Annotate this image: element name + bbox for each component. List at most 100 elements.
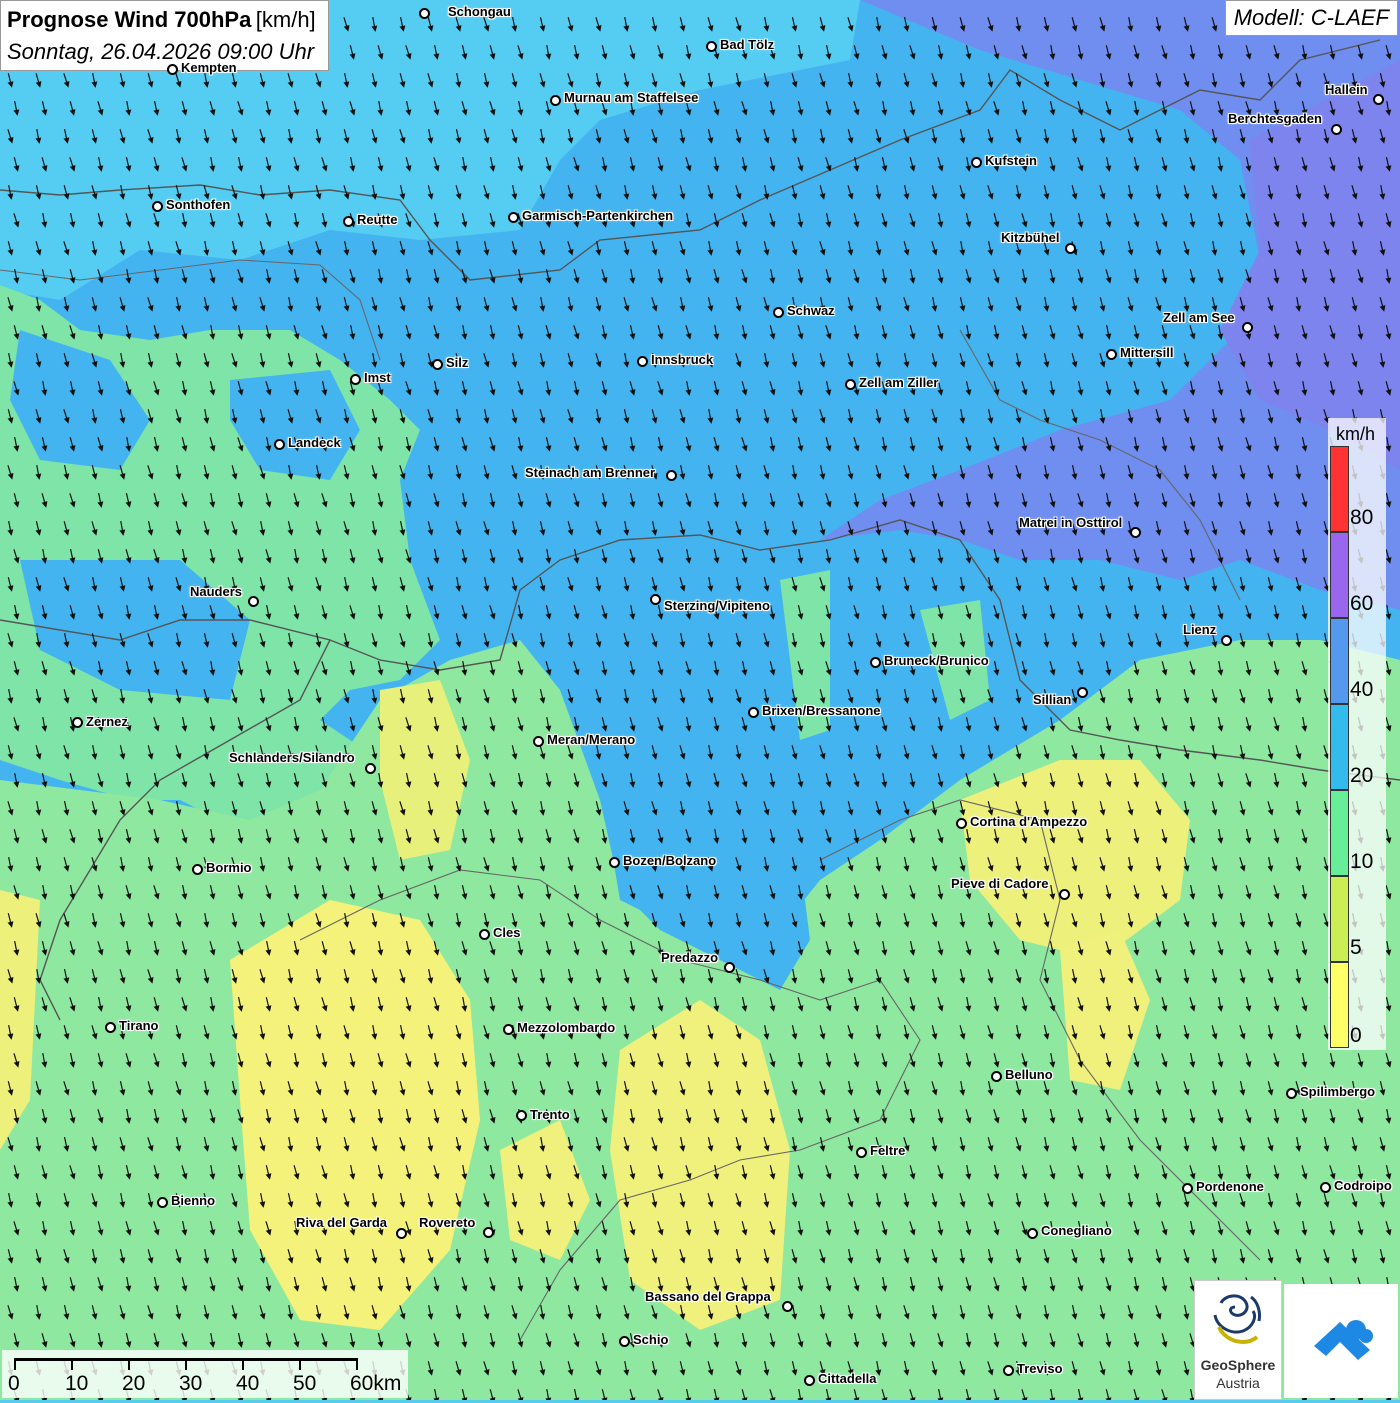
city-label: Sillian <box>1033 692 1071 707</box>
city-label: Tirano <box>119 1018 159 1033</box>
city-marker <box>1320 1182 1331 1193</box>
city-label: Reutte <box>357 212 397 227</box>
city-label: Bruneck/Brunico <box>884 653 989 668</box>
city-label: Feltre <box>870 1143 905 1158</box>
city-marker <box>152 201 163 212</box>
city-label: Garmisch-Partenkirchen <box>522 208 673 223</box>
legend-label: 5 <box>1350 936 1362 960</box>
scale-bar: 0102030405060km <box>2 1350 408 1398</box>
city-marker <box>706 41 717 52</box>
scale-tick <box>185 1358 187 1370</box>
city-marker <box>516 1110 527 1121</box>
city-label: Bad Tölz <box>720 37 774 52</box>
scale-tick <box>128 1358 130 1370</box>
city-label: Cittadella <box>818 1371 877 1386</box>
cloud-mountain-icon <box>1284 1284 1398 1398</box>
city-label: Cles <box>493 925 520 940</box>
city-marker <box>508 212 519 223</box>
city-marker <box>609 857 620 868</box>
weather-app-logo[interactable] <box>1284 1284 1398 1398</box>
city-marker <box>1077 687 1088 698</box>
city-label: Pordenone <box>1196 1179 1264 1194</box>
city-label: Belluno <box>1005 1067 1053 1082</box>
city-label: Bassano del Grappa <box>645 1289 771 1304</box>
city-marker <box>637 356 648 367</box>
city-marker <box>350 374 361 385</box>
city-label: Brixen/Bressanone <box>762 703 881 718</box>
city-label: Berchtesgaden <box>1228 111 1322 126</box>
city-marker <box>419 8 430 19</box>
city-marker <box>971 157 982 168</box>
city-label: Schwaz <box>787 303 835 318</box>
city-marker <box>870 657 881 668</box>
city-label: Kitzbühel <box>1001 230 1060 245</box>
city-label: Rovereto <box>419 1215 475 1230</box>
city-label: Steinach am Brenner <box>525 465 655 480</box>
scale-label: 30 <box>179 1372 202 1396</box>
city-marker <box>1221 635 1232 646</box>
city-label: Lienz <box>1183 622 1216 637</box>
city-label: Silz <box>446 355 468 370</box>
city-label: Zell am See <box>1163 310 1235 325</box>
geosphere-logo[interactable]: GeoSphere Austria <box>1194 1280 1282 1400</box>
geosphere-sub: Austria <box>1195 1375 1281 1391</box>
city-label: Treviso <box>1017 1361 1063 1376</box>
legend-label: 20 <box>1350 764 1373 788</box>
scale-tick <box>71 1358 73 1370</box>
color-legend: km/h 806040201050 <box>1328 418 1386 1050</box>
city-label: Zernez <box>86 714 128 729</box>
map-title: Prognose Wind 700hPa <box>7 7 251 32</box>
scale-label: 0 <box>8 1372 20 1396</box>
legend-swatch <box>1330 704 1349 790</box>
city-label: Landeck <box>288 435 341 450</box>
legend-label: 0 <box>1350 1024 1362 1048</box>
city-marker <box>1059 889 1070 900</box>
city-marker <box>666 470 677 481</box>
city-label: Spilimbergo <box>1300 1084 1375 1099</box>
legend-swatch <box>1330 618 1349 704</box>
scale-label: 50 <box>293 1372 316 1396</box>
city-marker <box>724 962 735 973</box>
city-label: Schongau <box>448 4 511 19</box>
city-marker <box>274 439 285 450</box>
legend-swatch <box>1330 532 1349 618</box>
city-marker <box>105 1022 116 1033</box>
legend-swatch <box>1330 790 1349 876</box>
city-marker <box>248 596 259 607</box>
city-marker <box>845 379 856 390</box>
city-marker <box>432 359 443 370</box>
city-marker <box>650 594 661 605</box>
city-marker <box>533 736 544 747</box>
city-label: Bienno <box>171 1193 215 1208</box>
city-label: Trento <box>530 1107 570 1122</box>
city-label: Mezzolombardo <box>517 1020 615 1035</box>
city-marker <box>72 717 83 728</box>
city-label: Bozen/Bolzano <box>623 853 716 868</box>
city-label: Riva del Garda <box>296 1215 387 1230</box>
city-marker <box>503 1024 514 1035</box>
legend-label: 40 <box>1350 678 1373 702</box>
city-marker <box>991 1071 1002 1082</box>
city-marker <box>748 707 759 718</box>
scale-label: 10 <box>65 1372 88 1396</box>
city-marker <box>365 763 376 774</box>
map-title-unit: [km/h] <box>256 7 316 32</box>
city-label: Matrei in Osttirol <box>1019 515 1122 530</box>
city-marker <box>856 1147 867 1158</box>
city-label: Codroipo <box>1334 1178 1392 1193</box>
city-marker <box>1065 243 1076 254</box>
scale-label: 40 <box>236 1372 259 1396</box>
forecast-datetime: Sonntag, 26.04.2026 09:00 Uhr <box>7 37 316 66</box>
scale-tick <box>356 1358 358 1370</box>
city-marker <box>1106 349 1117 360</box>
city-label: Predazzo <box>661 950 718 965</box>
geosphere-icon <box>1195 1281 1281 1357</box>
city-label: Zell am Ziller <box>859 375 938 390</box>
city-label: Sterzing/Vipiteno <box>664 598 770 613</box>
legend-swatch <box>1330 876 1349 962</box>
city-label: Kufstein <box>985 153 1037 168</box>
city-marker <box>343 216 354 227</box>
city-marker <box>1003 1365 1014 1376</box>
city-label: Kempten <box>181 60 237 75</box>
city-marker <box>1373 94 1384 105</box>
